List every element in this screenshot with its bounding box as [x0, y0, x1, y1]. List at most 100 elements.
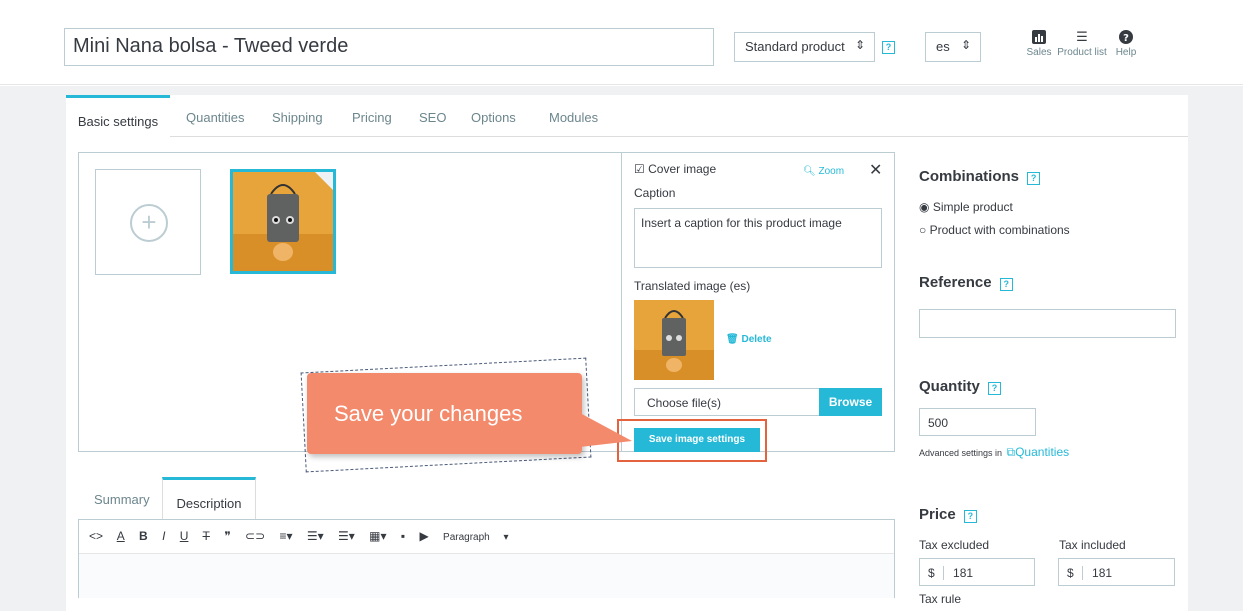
magnifier-icon: 🔍︎ — [803, 166, 816, 177]
translated-image-preview — [634, 300, 714, 380]
quantity-heading: Quantity — [919, 378, 980, 395]
close-icon[interactable]: ✕ — [869, 160, 882, 180]
text-color-icon[interactable]: A — [117, 529, 125, 543]
select-arrows-icon: ⇕ — [960, 38, 971, 52]
tab-pricing[interactable]: Pricing — [352, 95, 392, 137]
add-image-dropzone[interactable]: + — [95, 169, 201, 275]
translated-image-label: Translated image (es) — [634, 279, 751, 293]
quantity-title: Quantity ? — [919, 378, 1002, 395]
product-type-select[interactable]: Standard product ⇕ — [734, 32, 875, 62]
price-heading: Price — [919, 506, 956, 523]
media-icon[interactable]: ▶ — [419, 529, 428, 543]
align-icon[interactable]: ≡▾ — [280, 529, 293, 543]
bold-icon[interactable]: B — [139, 529, 148, 543]
delete-image-link[interactable]: 🗑︎ Delete — [726, 334, 772, 345]
caption-textarea[interactable]: Insert a caption for this product image — [634, 208, 882, 268]
tab-description[interactable]: Description — [162, 477, 256, 519]
sales-label: Sales — [1026, 47, 1052, 58]
combinations-title: Combinations ? — [919, 168, 1041, 185]
strikethrough-icon[interactable]: T — [203, 529, 210, 543]
advanced-settings-text: Advanced settings in — [919, 448, 1003, 458]
tab-seo[interactable]: SEO — [419, 95, 446, 137]
tab-shipping[interactable]: Shipping — [272, 95, 323, 137]
file-input[interactable]: Choose file(s) — [634, 388, 821, 416]
source-code-icon[interactable]: <> — [89, 529, 103, 543]
cover-image-label: Cover image — [648, 162, 717, 176]
save-image-settings-button[interactable]: Save image settings — [634, 428, 760, 452]
help-icon[interactable]: ? — [1027, 172, 1041, 185]
product-type-value: Standard product — [745, 39, 845, 54]
tab-basic-settings[interactable]: Basic settings — [66, 95, 170, 137]
handbag-photo — [634, 300, 714, 380]
combinations-heading: Combinations — [919, 168, 1019, 185]
help-button[interactable]: ? Help — [1112, 30, 1140, 58]
quantities-link-label: Quantities — [1015, 445, 1070, 459]
checkbox-checked-icon: ☑ — [634, 162, 645, 176]
radio-simple-product[interactable]: ◉ Simple product — [919, 200, 1013, 214]
price-title: Price ? — [919, 506, 977, 523]
callout-text: Save your changes — [334, 401, 523, 426]
radio-checked-icon: ◉ — [919, 200, 930, 214]
language-value: es — [936, 39, 950, 54]
handbag-photo — [233, 172, 333, 271]
product-list-label: Product list — [1057, 47, 1107, 58]
tab-options[interactable]: Options — [471, 95, 516, 137]
simple-product-label: Simple product — [932, 200, 1013, 214]
combinations-option-label: Product with combinations — [929, 223, 1070, 237]
page: Mini Nana bolsa - Tweed verde Standard p… — [0, 0, 1243, 611]
help-icon[interactable]: ? — [999, 278, 1013, 291]
currency-symbol: $ — [928, 566, 944, 580]
svg-text:?: ? — [1123, 33, 1129, 44]
bullet-list-icon[interactable]: ☰▾ — [307, 529, 324, 543]
select-arrows-icon: ⇕ — [854, 38, 865, 52]
help-icon[interactable]: ? — [963, 510, 977, 523]
reference-input[interactable] — [919, 309, 1176, 338]
cover-image-checkbox[interactable]: ☑ Cover image — [634, 162, 716, 176]
help-circle-icon: ? — [1112, 30, 1140, 44]
image-icon[interactable]: ▪ — [401, 529, 405, 543]
caption-label: Caption — [634, 186, 676, 200]
radio-unchecked-icon: ○ — [919, 223, 927, 237]
callout-pointer — [580, 413, 632, 447]
tab-summary[interactable]: Summary — [94, 477, 150, 519]
delete-label: Delete — [741, 334, 772, 345]
reference-title: Reference ? — [919, 274, 1013, 291]
tax-rule-label: Tax rule — [919, 592, 962, 606]
help-icon[interactable]: ? — [882, 41, 895, 54]
help-label: Help — [1115, 47, 1137, 58]
product-list-button[interactable]: ☰ Product list — [1054, 30, 1110, 59]
bar-chart-icon — [1024, 30, 1054, 44]
numbered-list-icon[interactable]: ☰▾ — [338, 529, 355, 543]
paragraph-label: Paragraph — [443, 532, 490, 543]
italic-icon[interactable]: I — [162, 529, 165, 543]
tax-excluded-value: 181 — [953, 566, 974, 580]
price-tax-included-input[interactable]: $ 181 — [1058, 558, 1175, 586]
language-select[interactable]: es ⇕ — [925, 32, 981, 62]
table-icon[interactable]: ▦▾ — [369, 529, 386, 543]
tab-modules[interactable]: Modules — [549, 95, 598, 137]
browse-button[interactable]: Browse — [819, 388, 882, 416]
product-name-input[interactable]: Mini Nana bolsa - Tweed verde — [64, 28, 714, 66]
currency-symbol: $ — [1067, 566, 1083, 580]
tab-quantities[interactable]: Quantities — [186, 95, 245, 137]
reference-heading: Reference — [919, 274, 992, 291]
external-link-icon: ⧉ — [1006, 445, 1016, 459]
radio-product-with-combinations[interactable]: ○ Product with combinations — [919, 223, 1070, 237]
price-tax-excluded-input[interactable]: $ 181 — [919, 558, 1035, 586]
editor-content-area[interactable] — [79, 554, 894, 598]
help-icon[interactable]: ? — [988, 382, 1002, 395]
save-changes-callout: Save your changes — [307, 373, 582, 454]
underline-icon[interactable]: U — [180, 529, 189, 543]
product-image-thumbnail[interactable] — [230, 169, 336, 274]
tax-excluded-label: Tax excluded — [919, 538, 990, 552]
link-icon[interactable]: ⊂⊃ — [245, 529, 265, 543]
zoom-link[interactable]: 🔍︎ Zoom — [803, 166, 844, 177]
blockquote-icon[interactable]: ❞ — [224, 529, 230, 543]
quantities-link[interactable]: ⧉Quantities — [1007, 445, 1070, 459]
sales-button[interactable]: Sales — [1024, 30, 1054, 58]
description-editor[interactable]: <> A B I U T ❞ ⊂⊃ ≡▾ ☰▾ ☰▾ ▦▾ ▪ ▶ Paragr… — [78, 519, 895, 598]
paragraph-format-select[interactable]: Paragraph ▾ — [443, 532, 509, 543]
plus-icon: + — [130, 204, 168, 242]
advanced-settings-note: Advanced settings in ⧉Quantities — [919, 443, 1069, 461]
quantity-input[interactable]: 500 — [919, 408, 1036, 436]
